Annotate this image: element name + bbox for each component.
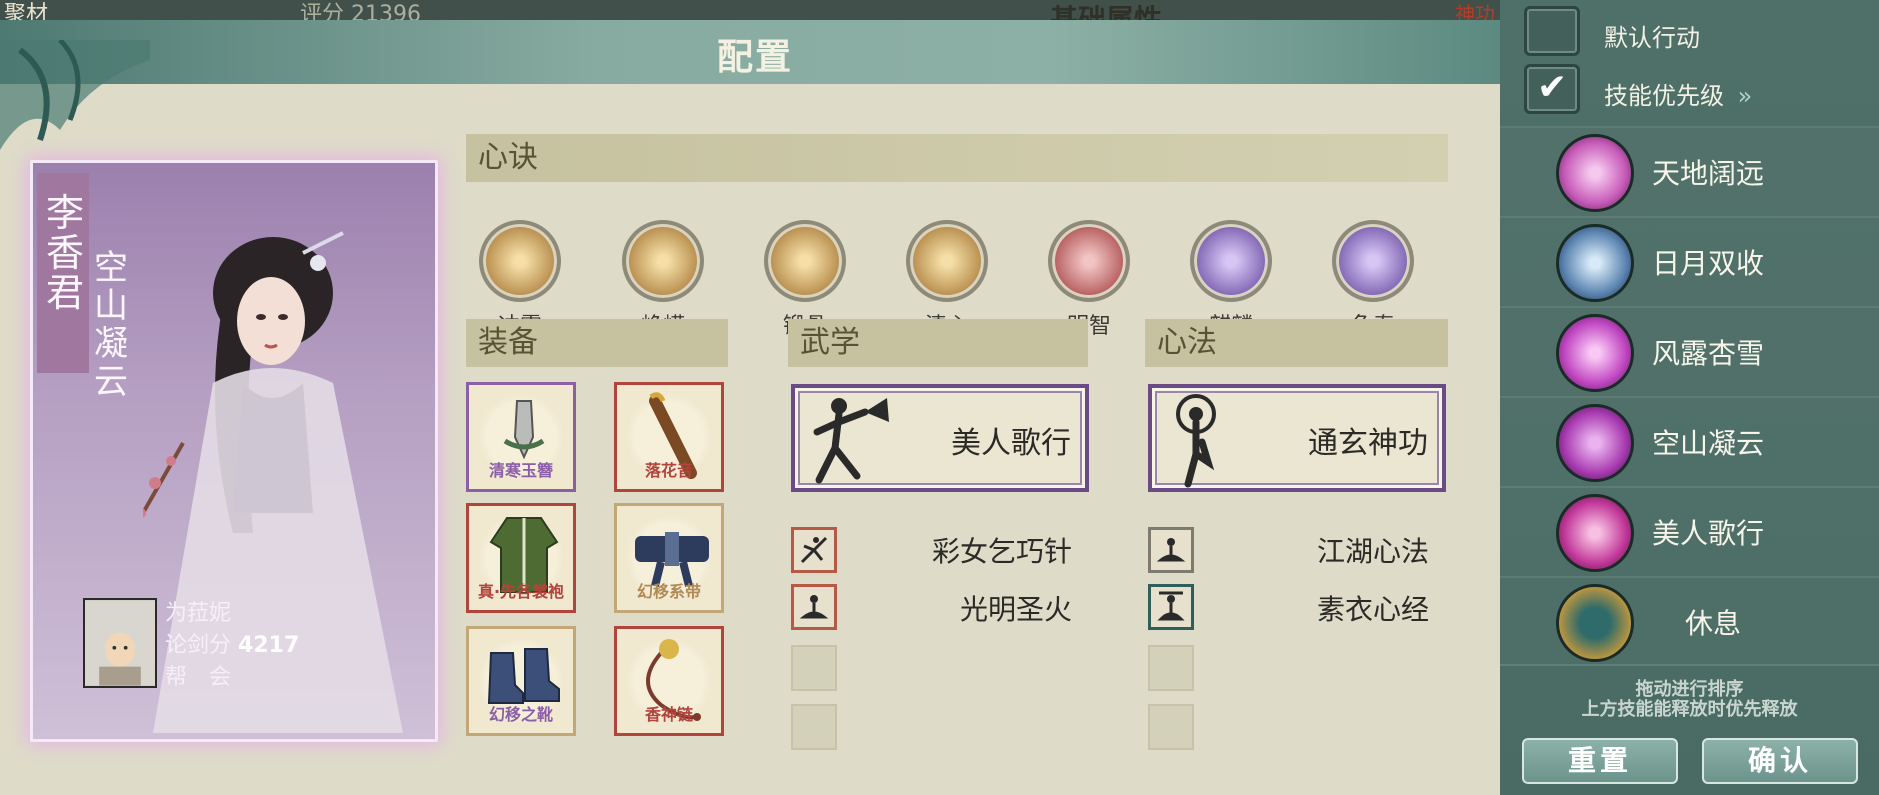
player-score-row: 论剑分 4217: [165, 630, 299, 662]
skill-priority-sidebar: 默认行动 ✔ 技能优先级 » 天地阔远 日月双收 风露杏雪 空山凝云 美人歌行 …: [1500, 0, 1879, 795]
default-action-label: 默认行动: [1604, 24, 1700, 52]
default-action-row[interactable]: 默认行动: [1500, 6, 1879, 60]
heart-method-main-label: 通玄神功: [1308, 426, 1428, 461]
equip-slot-necklace[interactable]: 香神链: [614, 626, 724, 736]
check-icon: ✔: [1537, 67, 1568, 108]
equip-slot-flute[interactable]: 落花音: [614, 382, 724, 492]
heart-method-main-card[interactable]: 通玄神功: [1148, 384, 1446, 492]
equip-name: 幻移系带: [636, 582, 701, 601]
plain-robe-meditation-icon: [1157, 591, 1185, 621]
heart-method-sub-label: 江湖心法: [1316, 535, 1429, 568]
heart-method-empty-slot[interactable]: [1148, 645, 1194, 691]
player-score-label: 论剑分: [165, 633, 232, 658]
default-action-checkbox[interactable]: [1524, 6, 1580, 56]
skill-name: 天地阔远: [1652, 157, 1765, 190]
equip-slot-belt[interactable]: 幻移系带: [614, 503, 724, 613]
fan-dancer-icon: [813, 398, 889, 484]
swirl-icon: [479, 220, 561, 302]
heart-method-sub-label: 素衣心经: [1316, 593, 1429, 626]
skill-priority-row[interactable]: ✔ 技能优先级 »: [1500, 64, 1879, 118]
martial-header: 武学: [788, 319, 1088, 367]
skill-priority-item[interactable]: 美人歌行: [1500, 486, 1879, 576]
equip-name: 落花音: [644, 461, 693, 480]
empty-mountain-skill-icon: [1556, 404, 1634, 482]
skill-priority-checkbox[interactable]: ✔: [1524, 64, 1580, 114]
player-text: 为菈妮 论剑分 4217 帮 会: [165, 598, 299, 694]
equip-name: 香神链: [644, 705, 693, 724]
heart-method-sub-slot[interactable]: [1148, 527, 1194, 573]
character-card[interactable]: 李香君 空山凝云 为菈妮 论剑分 4217 帮 会: [30, 160, 438, 742]
skill-name: 风露杏雪: [1652, 337, 1765, 370]
rest-meditation-skill-icon: [1556, 584, 1634, 662]
sidebar-divider: [1500, 664, 1879, 666]
martial-sub-slot[interactable]: [791, 527, 837, 573]
equip-name: 清寒玉簪: [488, 461, 553, 480]
heart-method-sub-slot[interactable]: [1148, 584, 1194, 630]
player-avatar[interactable]: [83, 598, 157, 688]
equip-slot-hairpin[interactable]: 清寒玉簪: [466, 382, 576, 492]
skill-priority-item[interactable]: 空山凝云: [1500, 396, 1879, 486]
beauty-song-skill-icon: [1556, 494, 1634, 572]
skill-priority-item[interactable]: 风露杏雪: [1500, 306, 1879, 396]
equip-slot-robe[interactable]: 真·先各裳袍: [466, 503, 576, 613]
bone-flower-icon: [764, 220, 846, 302]
equip-slot-boots[interactable]: 幻移之靴: [466, 626, 576, 736]
leaf-decoration-icon: [0, 40, 150, 150]
wave-icon: [622, 220, 704, 302]
flame-orb-icon: [1048, 220, 1130, 302]
skill-priority-text: 技能优先级: [1604, 82, 1724, 110]
confirm-button[interactable]: 确认: [1702, 738, 1858, 784]
martial-main-label: 美人歌行: [951, 426, 1071, 461]
skill-name: 美人歌行: [1652, 517, 1765, 550]
reset-button[interactable]: 重置: [1522, 738, 1678, 784]
double-chevron-right-icon: »: [1737, 82, 1753, 110]
skill-priority-label: 技能优先级 »: [1604, 76, 1752, 111]
wind-dew-skill-icon: [1556, 314, 1634, 392]
martial-sub-label: 光明圣火: [959, 593, 1072, 626]
heart-method-header: 心法: [1145, 319, 1448, 367]
skill-name: 日月双收: [1652, 247, 1765, 280]
config-panel: 配置 李香君 空山凝云 为菈妮 论剑分 4217 帮 会 心诀 明智 装备 清寒…: [0, 20, 1500, 795]
player-score-value: 4217: [238, 633, 300, 658]
drag-sort-note: 拖动进行排序: [1635, 679, 1744, 700]
character-title: 空山凝云: [94, 248, 128, 402]
boots-icon: [487, 648, 560, 704]
sun-moon-skill-icon: [1556, 224, 1634, 302]
meditation-icon: [799, 595, 829, 619]
equipment-header: 装备: [466, 319, 728, 367]
skill-priority-item[interactable]: 日月双收: [1500, 216, 1879, 306]
meditation-icon: [1156, 538, 1186, 562]
needle-dancer-icon: [800, 536, 828, 564]
heart-method-empty-slot[interactable]: [1148, 704, 1194, 750]
skill-priority-item[interactable]: 休息: [1500, 576, 1879, 666]
panel-header: 配置: [0, 20, 1500, 84]
player-name: 为菈妮: [165, 601, 232, 626]
martial-sub-label: 彩女乞巧针: [931, 535, 1072, 568]
xinjue-header: 心诀: [466, 134, 1448, 182]
skill-name: 空山凝云: [1652, 427, 1765, 460]
martial-empty-slot[interactable]: [791, 704, 837, 750]
equip-name: 真·先各裳袍: [477, 582, 565, 601]
turtle-icon: [1332, 220, 1414, 302]
ring-stance-icon: [1176, 394, 1216, 488]
martial-empty-slot[interactable]: [791, 645, 837, 691]
character-name: 李香君: [45, 191, 84, 315]
sky-earth-skill-icon: [1556, 134, 1634, 212]
lotus-icon: [906, 220, 988, 302]
martial-main-card[interactable]: 美人歌行: [791, 384, 1089, 492]
martial-sub-slot[interactable]: [791, 584, 837, 630]
panel-title: 配置: [716, 37, 793, 78]
priority-release-note: 上方技能能释放时优先释放: [1581, 699, 1798, 720]
player-guild-label: 帮 会: [165, 665, 232, 690]
equip-name: 幻移之靴: [488, 705, 553, 724]
skill-priority-item[interactable]: 天地阔远: [1500, 126, 1879, 216]
skill-name: 休息: [1685, 607, 1742, 640]
qilin-icon: [1190, 220, 1272, 302]
monk-avatar-icon: [85, 600, 155, 686]
